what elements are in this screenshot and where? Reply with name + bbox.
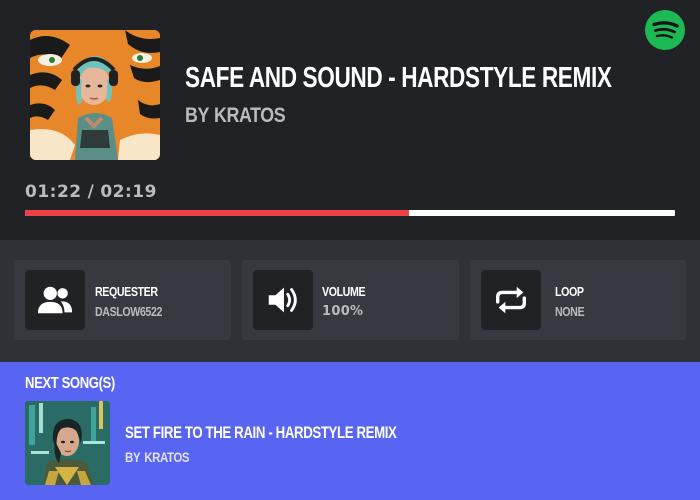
track-title: Safe and Sound - Hardstyle Remix xyxy=(185,62,612,94)
by-prefix: By xyxy=(185,104,209,127)
next-song-title: Set Fire to the Rain - Hardstyle Remix xyxy=(125,423,397,442)
progress-bar-fill xyxy=(25,210,409,216)
requester-value: DasLow6522 xyxy=(95,304,162,319)
requester-card: Requester DasLow6522 xyxy=(14,260,231,340)
loop-card: Loop None xyxy=(470,260,686,340)
loop-value: None xyxy=(555,304,585,319)
volume-icon xyxy=(253,270,313,330)
album-art-tiger-woman xyxy=(30,30,160,160)
loop-label: Loop xyxy=(555,284,584,299)
time-separator: / xyxy=(87,182,95,202)
requester-label: Requester xyxy=(95,284,158,299)
spotify-icon xyxy=(645,10,685,50)
volume-card: Volume 100% xyxy=(242,260,459,340)
stats-panel: Requester DasLow6522 Volume 100% Loop No… xyxy=(0,240,700,362)
next-by-prefix: By xyxy=(125,449,141,465)
next-song-cover xyxy=(25,401,110,485)
current-time: 01:22 xyxy=(25,182,82,202)
album-cover xyxy=(30,30,160,160)
repeat-icon xyxy=(481,270,541,330)
track-artist-line: By Kratos xyxy=(185,102,286,130)
album-art-cyberpunk-woman xyxy=(25,401,110,485)
next-songs-panel: Next Song(s) Set Fire to the Rain - Hard… xyxy=(0,362,700,500)
volume-label: Volume xyxy=(322,284,366,299)
total-time: 02:19 xyxy=(100,182,157,202)
progress-bar[interactable] xyxy=(25,210,675,216)
playback-time: 01:22/02:19 xyxy=(25,180,157,204)
next-songs-heading: Next Song(s) xyxy=(25,375,115,392)
volume-value: 100% xyxy=(322,304,364,319)
now-playing-panel: Safe and Sound - Hardstyle Remix By Krato… xyxy=(0,0,700,240)
users-icon xyxy=(25,270,85,330)
next-song-artist-line: By Kratos xyxy=(125,448,190,466)
track-artist: Kratos xyxy=(214,104,286,127)
next-song-artist: Kratos xyxy=(144,449,190,465)
